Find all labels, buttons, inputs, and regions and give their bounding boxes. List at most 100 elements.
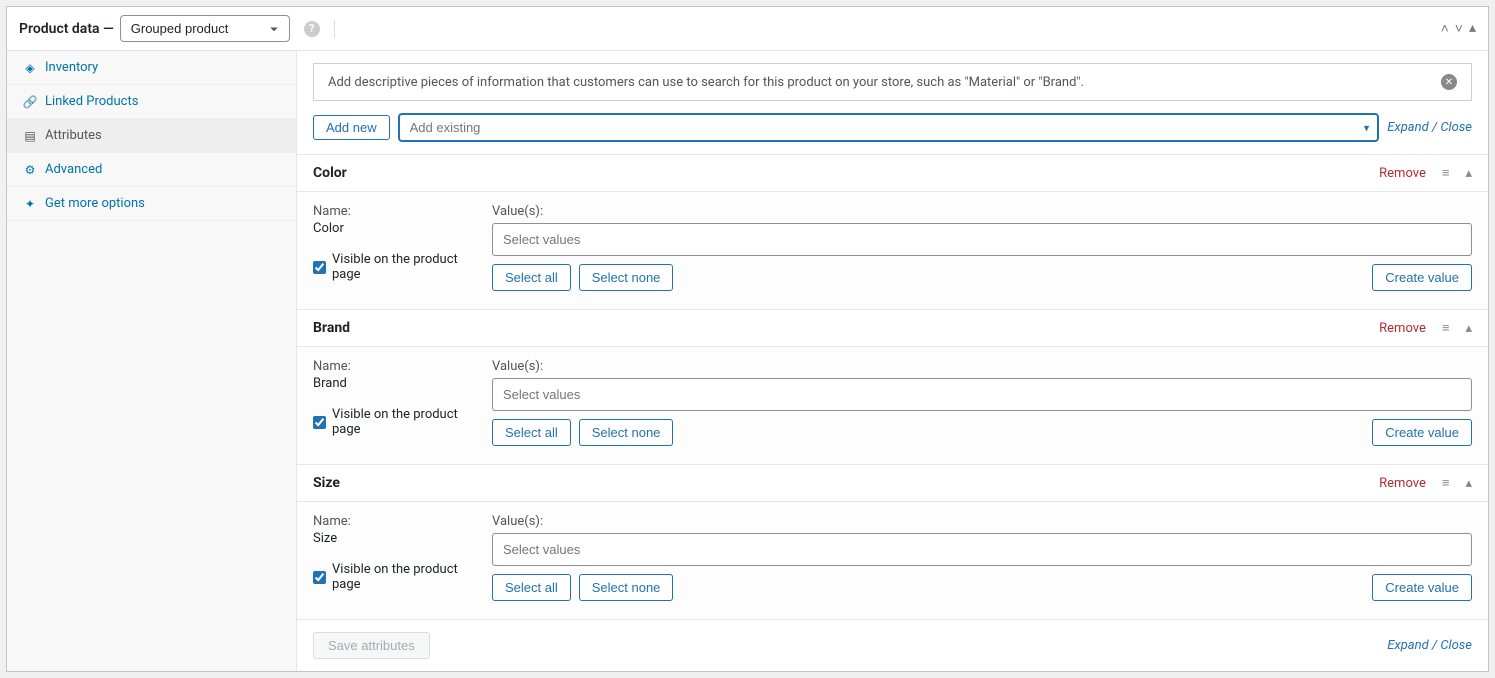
panel-toggle-icon[interactable]: ▴ (1469, 20, 1476, 37)
values-select[interactable] (492, 533, 1472, 566)
attribute-values-column: Value(s): Select all Select none Create … (492, 514, 1472, 601)
create-value-button[interactable]: Create value (1372, 574, 1472, 601)
tab-label: Inventory (45, 60, 98, 75)
save-row: Save attributes Expand / Close (297, 620, 1488, 671)
visible-checkbox-row[interactable]: Visible on the product page (313, 562, 468, 592)
attribute-title: Size (313, 475, 340, 491)
select-all-button[interactable]: Select all (492, 574, 571, 601)
name-label: Name: (313, 359, 468, 374)
expand-collapse-link[interactable]: Expand / Close (1387, 120, 1472, 135)
values-actions: Select all Select none Create value (492, 264, 1472, 291)
values-select[interactable] (492, 223, 1472, 256)
attribute-header[interactable]: Size Remove ≡ ▴ (297, 465, 1488, 501)
panel-move-up-icon[interactable]: ˄ (1441, 20, 1449, 37)
tab-get-more-options[interactable]: ✦ Get more options (7, 187, 296, 221)
remove-attribute-link[interactable]: Remove (1379, 166, 1426, 181)
link-icon: 🔗 (23, 95, 37, 109)
select-all-button[interactable]: Select all (492, 264, 571, 291)
create-value-button[interactable]: Create value (1372, 419, 1472, 446)
attribute-name-value: Brand (313, 376, 468, 391)
attribute-name-column: Name: Size Visible on the product page (313, 514, 468, 601)
tab-label: Get more options (45, 196, 145, 211)
attribute-values-column: Value(s): Select all Select none Create … (492, 359, 1472, 446)
values-select[interactable] (492, 378, 1472, 411)
drag-handle-icon[interactable]: ≡ (1442, 165, 1450, 181)
attributes-toolbar: Add new ▾ Expand / Close (297, 101, 1488, 155)
visible-label: Visible on the product page (332, 562, 468, 592)
attribute-name-value: Color (313, 221, 468, 236)
values-label: Value(s): (492, 514, 1472, 529)
attribute-block: Size Remove ≡ ▴ Name: Size Visible on th… (297, 465, 1488, 620)
attribute-name-column: Name: Color Visible on the product page (313, 204, 468, 291)
expand-collapse-link-bottom[interactable]: Expand / Close (1387, 638, 1472, 653)
tab-advanced[interactable]: ⚙ Advanced (7, 153, 296, 187)
attribute-header-actions: Remove ≡ ▴ (1379, 165, 1472, 181)
product-data-tabs: ◈ Inventory 🔗 Linked Products ▤ Attribut… (7, 51, 297, 671)
attribute-header-actions: Remove ≡ ▴ (1379, 320, 1472, 336)
values-actions: Select all Select none Create value (492, 574, 1472, 601)
help-icon[interactable]: ? (304, 21, 320, 37)
visible-checkbox-row[interactable]: Visible on the product page (313, 252, 468, 282)
visible-checkbox-row[interactable]: Visible on the product page (313, 407, 468, 437)
panel-body: ◈ Inventory 🔗 Linked Products ▤ Attribut… (7, 51, 1488, 671)
tab-label: Advanced (45, 162, 102, 177)
tab-linked-products[interactable]: 🔗 Linked Products (7, 85, 296, 119)
drag-handle-icon[interactable]: ≡ (1442, 320, 1450, 336)
add-existing-select[interactable] (398, 113, 1380, 142)
panel-move-down-icon[interactable]: ˅ (1455, 20, 1463, 37)
more-icon: ✦ (23, 197, 37, 211)
select-none-button[interactable]: Select none (579, 574, 674, 601)
attribute-title: Brand (313, 320, 350, 336)
collapse-icon[interactable]: ▴ (1465, 166, 1472, 181)
collapse-icon[interactable]: ▴ (1465, 321, 1472, 336)
product-data-panel: Product data — Grouped product ? ˄ ˅ ▴ ◈… (6, 6, 1489, 672)
attribute-body: Name: Size Visible on the product page V… (297, 501, 1488, 619)
panel-header: Product data — Grouped product ? ˄ ˅ ▴ (7, 7, 1488, 51)
values-label: Value(s): (492, 359, 1472, 374)
attribute-name-value: Size (313, 531, 468, 546)
select-none-button[interactable]: Select none (579, 264, 674, 291)
dismiss-icon[interactable]: ✕ (1441, 74, 1457, 90)
attribute-title: Color (313, 165, 347, 181)
panel-title: Product data — (19, 21, 114, 37)
attribute-block: Brand Remove ≡ ▴ Name: Brand Visible on … (297, 310, 1488, 465)
add-new-button[interactable]: Add new (313, 115, 390, 140)
tab-inventory[interactable]: ◈ Inventory (7, 51, 296, 85)
info-bar: Add descriptive pieces of information th… (313, 63, 1472, 101)
name-label: Name: (313, 204, 468, 219)
info-text: Add descriptive pieces of information th… (328, 75, 1084, 90)
name-label: Name: (313, 514, 468, 529)
remove-attribute-link[interactable]: Remove (1379, 321, 1426, 336)
gear-icon: ⚙ (23, 163, 37, 177)
attribute-header[interactable]: Color Remove ≡ ▴ (297, 155, 1488, 191)
select-none-button[interactable]: Select none (579, 419, 674, 446)
attribute-name-column: Name: Brand Visible on the product page (313, 359, 468, 446)
attribute-body: Name: Brand Visible on the product page … (297, 346, 1488, 464)
attribute-header[interactable]: Brand Remove ≡ ▴ (297, 310, 1488, 346)
visible-checkbox[interactable] (313, 260, 326, 275)
product-type-select[interactable]: Grouped product (120, 15, 290, 42)
attributes-tab-content: Add descriptive pieces of information th… (297, 51, 1488, 671)
inventory-icon: ◈ (23, 61, 37, 75)
collapse-icon[interactable]: ▴ (1465, 476, 1472, 491)
attribute-body: Name: Color Visible on the product page … (297, 191, 1488, 309)
visible-label: Visible on the product page (332, 407, 468, 437)
visible-checkbox[interactable] (313, 570, 326, 585)
attribute-header-actions: Remove ≡ ▴ (1379, 475, 1472, 491)
info-row: Add descriptive pieces of information th… (297, 51, 1488, 101)
save-attributes-button[interactable]: Save attributes (313, 632, 430, 659)
attribute-block: Color Remove ≡ ▴ Name: Color Visible on … (297, 155, 1488, 310)
select-all-button[interactable]: Select all (492, 419, 571, 446)
add-existing-wrap: ▾ (398, 113, 1380, 142)
tab-label: Attributes (45, 128, 102, 143)
tab-label: Linked Products (45, 94, 138, 109)
attributes-icon: ▤ (23, 129, 37, 143)
header-separator (334, 20, 335, 38)
remove-attribute-link[interactable]: Remove (1379, 476, 1426, 491)
values-actions: Select all Select none Create value (492, 419, 1472, 446)
drag-handle-icon[interactable]: ≡ (1442, 475, 1450, 491)
create-value-button[interactable]: Create value (1372, 264, 1472, 291)
tab-attributes[interactable]: ▤ Attributes (7, 119, 296, 153)
values-label: Value(s): (492, 204, 1472, 219)
visible-checkbox[interactable] (313, 415, 326, 430)
